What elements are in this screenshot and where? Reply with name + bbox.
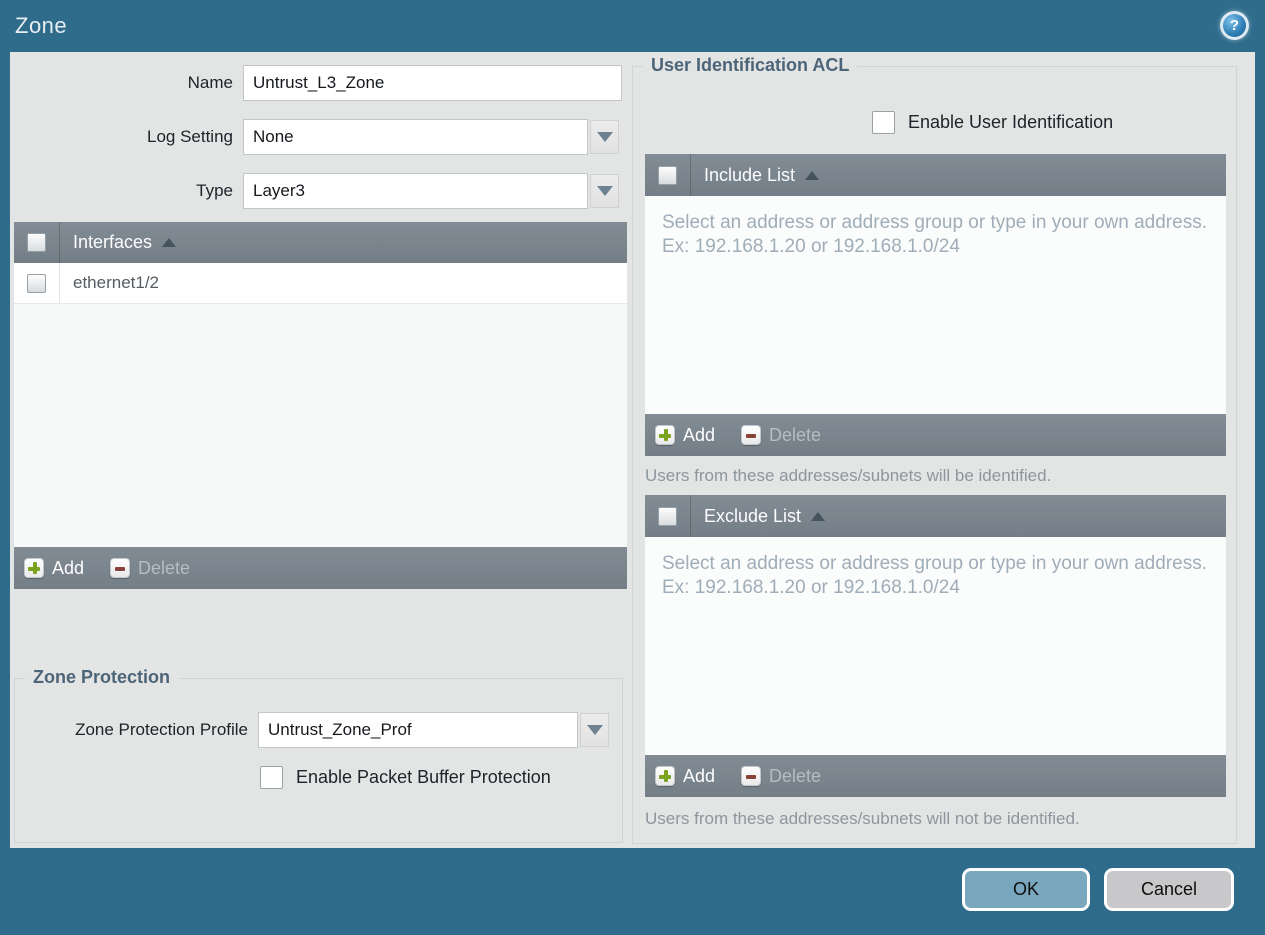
include-list-helper-text: Users from these addresses/subnets will … — [645, 466, 1052, 485]
interfaces-table-footer: Add Delete — [14, 547, 627, 589]
include-list-footer: Add Delete — [645, 414, 1226, 456]
packet-buffer-protection-label: Enable Packet Buffer Protection — [296, 767, 551, 787]
interfaces-delete-button[interactable]: Delete — [110, 558, 190, 579]
chevron-down-icon — [596, 132, 613, 142]
exclude-list-footer: Add Delete — [645, 755, 1226, 797]
include-list-placeholder: Select an address or address group or ty… — [662, 212, 1207, 258]
include-list-table: Include List Select an address or addres… — [645, 154, 1226, 456]
zone-protection-profile-select[interactable]: Untrust_Zone_Prof — [258, 712, 578, 748]
interfaces-table-header[interactable]: Interfaces — [14, 222, 627, 263]
user-id-acl-legend: User Identification ACL — [643, 55, 858, 76]
minus-icon — [110, 558, 131, 578]
exclude-list-column-header[interactable]: Exclude List — [704, 506, 801, 527]
sort-ascending-icon — [805, 170, 820, 180]
type-label: Type — [196, 181, 233, 200]
zone-protection-legend: Zone Protection — [25, 667, 179, 688]
exclude-add-label: Add — [683, 765, 716, 786]
include-list-header[interactable]: Include List — [645, 154, 1226, 196]
cancel-button[interactable]: Cancel — [1104, 868, 1234, 911]
include-delete-label: Delete — [769, 424, 822, 445]
help-icon[interactable]: ? — [1220, 11, 1249, 40]
exclude-list-helper-text: Users from these addresses/subnets will … — [645, 809, 1080, 828]
interfaces-delete-label: Delete — [138, 557, 191, 578]
exclude-list-header[interactable]: Exclude List — [645, 495, 1226, 537]
exclude-add-button[interactable]: Add — [655, 766, 715, 787]
log-setting-select[interactable]: None — [243, 119, 588, 155]
interfaces-add-label: Add — [52, 557, 85, 578]
interfaces-table: Interfaces ethernet1/2 Add Delete — [14, 222, 627, 589]
interfaces-header-checkbox-cell — [14, 222, 60, 263]
include-delete-button[interactable]: Delete — [741, 425, 821, 446]
ok-button[interactable]: OK — [962, 868, 1090, 911]
plus-icon — [655, 425, 675, 445]
include-list-column-header[interactable]: Include List — [704, 165, 795, 186]
name-input[interactable] — [243, 65, 622, 101]
plus-icon — [655, 766, 675, 786]
log-setting-dropdown-button[interactable] — [590, 120, 619, 154]
chevron-down-icon — [596, 186, 613, 196]
sort-ascending-icon — [811, 511, 826, 521]
dialog-titlebar: Zone — [0, 0, 1265, 52]
zone-protection-profile-dropdown-button[interactable] — [580, 713, 609, 747]
interface-row[interactable]: ethernet1/2 — [14, 263, 627, 304]
include-add-button[interactable]: Add — [655, 425, 715, 446]
enable-user-identification-label: Enable User Identification — [908, 112, 1114, 132]
minus-icon — [741, 766, 762, 786]
include-select-all-checkbox[interactable] — [658, 165, 677, 185]
interfaces-select-all-checkbox[interactable] — [27, 233, 46, 252]
exclude-list-placeholder: Select an address or address group or ty… — [662, 553, 1207, 599]
type-select[interactable]: Layer3 — [243, 173, 588, 209]
interface-row-checkbox[interactable] — [27, 273, 46, 293]
help-icon-glyph: ? — [1229, 17, 1240, 34]
dialog-body: Name Log Setting None Type Layer3 Interf… — [10, 52, 1255, 848]
dialog-title: Zone — [15, 13, 68, 38]
exclude-list-table: Exclude List Select an address or addres… — [645, 495, 1226, 797]
packet-buffer-protection-checkbox[interactable] — [260, 766, 283, 789]
exclude-header-checkbox-cell — [645, 495, 691, 537]
include-add-label: Add — [683, 424, 716, 445]
include-header-checkbox-cell — [645, 154, 691, 196]
interface-name: ethernet1/2 — [73, 273, 160, 292]
plus-icon — [24, 558, 44, 578]
interfaces-table-empty-area — [14, 304, 627, 547]
minus-icon — [741, 425, 762, 445]
user-id-acl-group: User Identification ACL Enable User Iden… — [632, 55, 1237, 844]
include-list-body[interactable]: Select an address or address group or ty… — [645, 196, 1226, 414]
sort-ascending-icon — [162, 238, 177, 247]
exclude-delete-label: Delete — [769, 765, 822, 786]
interfaces-add-button[interactable]: Add — [24, 558, 84, 579]
interface-row-checkbox-cell — [14, 263, 60, 303]
exclude-select-all-checkbox[interactable] — [658, 506, 677, 526]
zone-protection-group: Zone Protection Zone Protection Profile … — [14, 667, 623, 843]
log-setting-label: Log Setting — [146, 127, 233, 146]
interfaces-column-header[interactable]: Interfaces — [73, 232, 152, 253]
name-label: Name — [187, 73, 233, 92]
type-dropdown-button[interactable] — [590, 174, 619, 208]
chevron-down-icon — [586, 725, 603, 735]
exclude-delete-button[interactable]: Delete — [741, 766, 821, 787]
zone-protection-profile-label: Zone Protection Profile — [75, 720, 248, 739]
zone-dialog: Zone ? Name Log Setting None Type Layer3… — [0, 0, 1265, 935]
enable-user-identification-checkbox[interactable] — [872, 111, 895, 134]
exclude-list-body[interactable]: Select an address or address group or ty… — [645, 537, 1226, 755]
